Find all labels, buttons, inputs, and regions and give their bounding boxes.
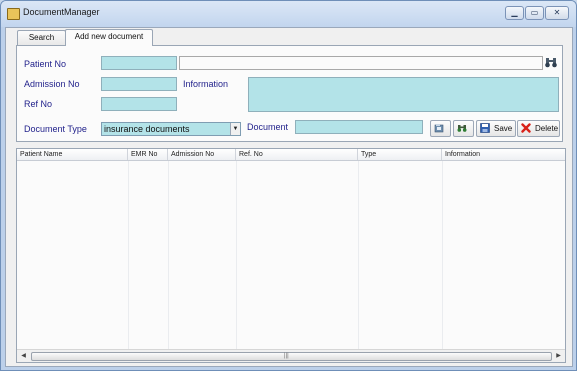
window-title: DocumentManager: [23, 7, 100, 17]
document-label: Document: [247, 122, 289, 132]
admission-no-label: Admission No: [24, 79, 80, 89]
column-header-ref-no[interactable]: Ref. No: [236, 149, 358, 160]
patient-name-display: [179, 56, 543, 70]
add-document-panel: Patient No Admission No Information Ref …: [16, 45, 563, 142]
grip-icon: |||: [284, 353, 289, 359]
scroll-right-icon[interactable]: ▶: [553, 350, 564, 362]
save-button-label: Save: [494, 124, 513, 133]
delete-button[interactable]: Delete: [517, 120, 560, 137]
tab-search[interactable]: Search: [17, 30, 66, 45]
column-header-information[interactable]: Information: [442, 149, 565, 160]
delete-button-label: Delete: [535, 124, 559, 133]
browse-file-button[interactable]: [430, 120, 451, 137]
red-x-icon: [521, 123, 531, 133]
information-input[interactable]: [248, 77, 559, 112]
floppy-disk-icon: [480, 123, 490, 133]
title-bar[interactable]: DocumentManager ▁ ▭ ✕: [1, 1, 576, 27]
column-header-type[interactable]: Type: [358, 149, 442, 160]
grid-body: [17, 161, 565, 349]
column-header-patient-name[interactable]: Patient Name: [17, 149, 128, 160]
admission-no-input[interactable]: [101, 77, 177, 91]
patient-no-input[interactable]: [101, 56, 177, 70]
chevron-down-icon[interactable]: ▼: [230, 123, 240, 135]
save-button[interactable]: Save: [476, 120, 516, 137]
tab-add-new-document[interactable]: Add new document: [65, 29, 153, 46]
maximize-button[interactable]: ▭: [525, 6, 544, 20]
document-path-input[interactable]: [295, 120, 423, 134]
minimize-button[interactable]: ▁: [505, 6, 524, 20]
patient-no-label: Patient No: [24, 59, 67, 69]
scrollbar-thumb[interactable]: |||: [31, 352, 552, 361]
document-type-label: Document Type: [24, 124, 87, 134]
document-manager-window: DocumentManager ▁ ▭ ✕ Search Add new doc…: [0, 0, 577, 371]
binoculars-icon: [457, 125, 467, 132]
document-type-value: insurance documents: [104, 124, 190, 134]
ref-no-label: Ref No: [24, 99, 53, 109]
ref-no-input[interactable]: [101, 97, 177, 111]
horizontal-scrollbar[interactable]: ◀ ||| ▶: [17, 349, 565, 362]
client-area: Search Add new document Patient No Admis…: [5, 27, 573, 367]
document-type-select[interactable]: insurance documents ▼: [101, 122, 241, 136]
close-button[interactable]: ✕: [545, 6, 569, 20]
folder-app-icon: [7, 8, 20, 20]
scroll-left-icon[interactable]: ◀: [18, 350, 29, 362]
grid-header: Patient Name EMR No Admission No Ref. No…: [17, 149, 565, 161]
documents-grid[interactable]: Patient Name EMR No Admission No Ref. No…: [16, 148, 566, 363]
information-label: Information: [183, 79, 229, 89]
open-file-icon: [434, 124, 444, 133]
column-header-emr-no[interactable]: EMR No: [128, 149, 168, 160]
binoculars-search-icon[interactable]: [544, 55, 558, 69]
column-header-admission-no[interactable]: Admission No: [168, 149, 236, 160]
find-document-button[interactable]: [453, 120, 474, 137]
